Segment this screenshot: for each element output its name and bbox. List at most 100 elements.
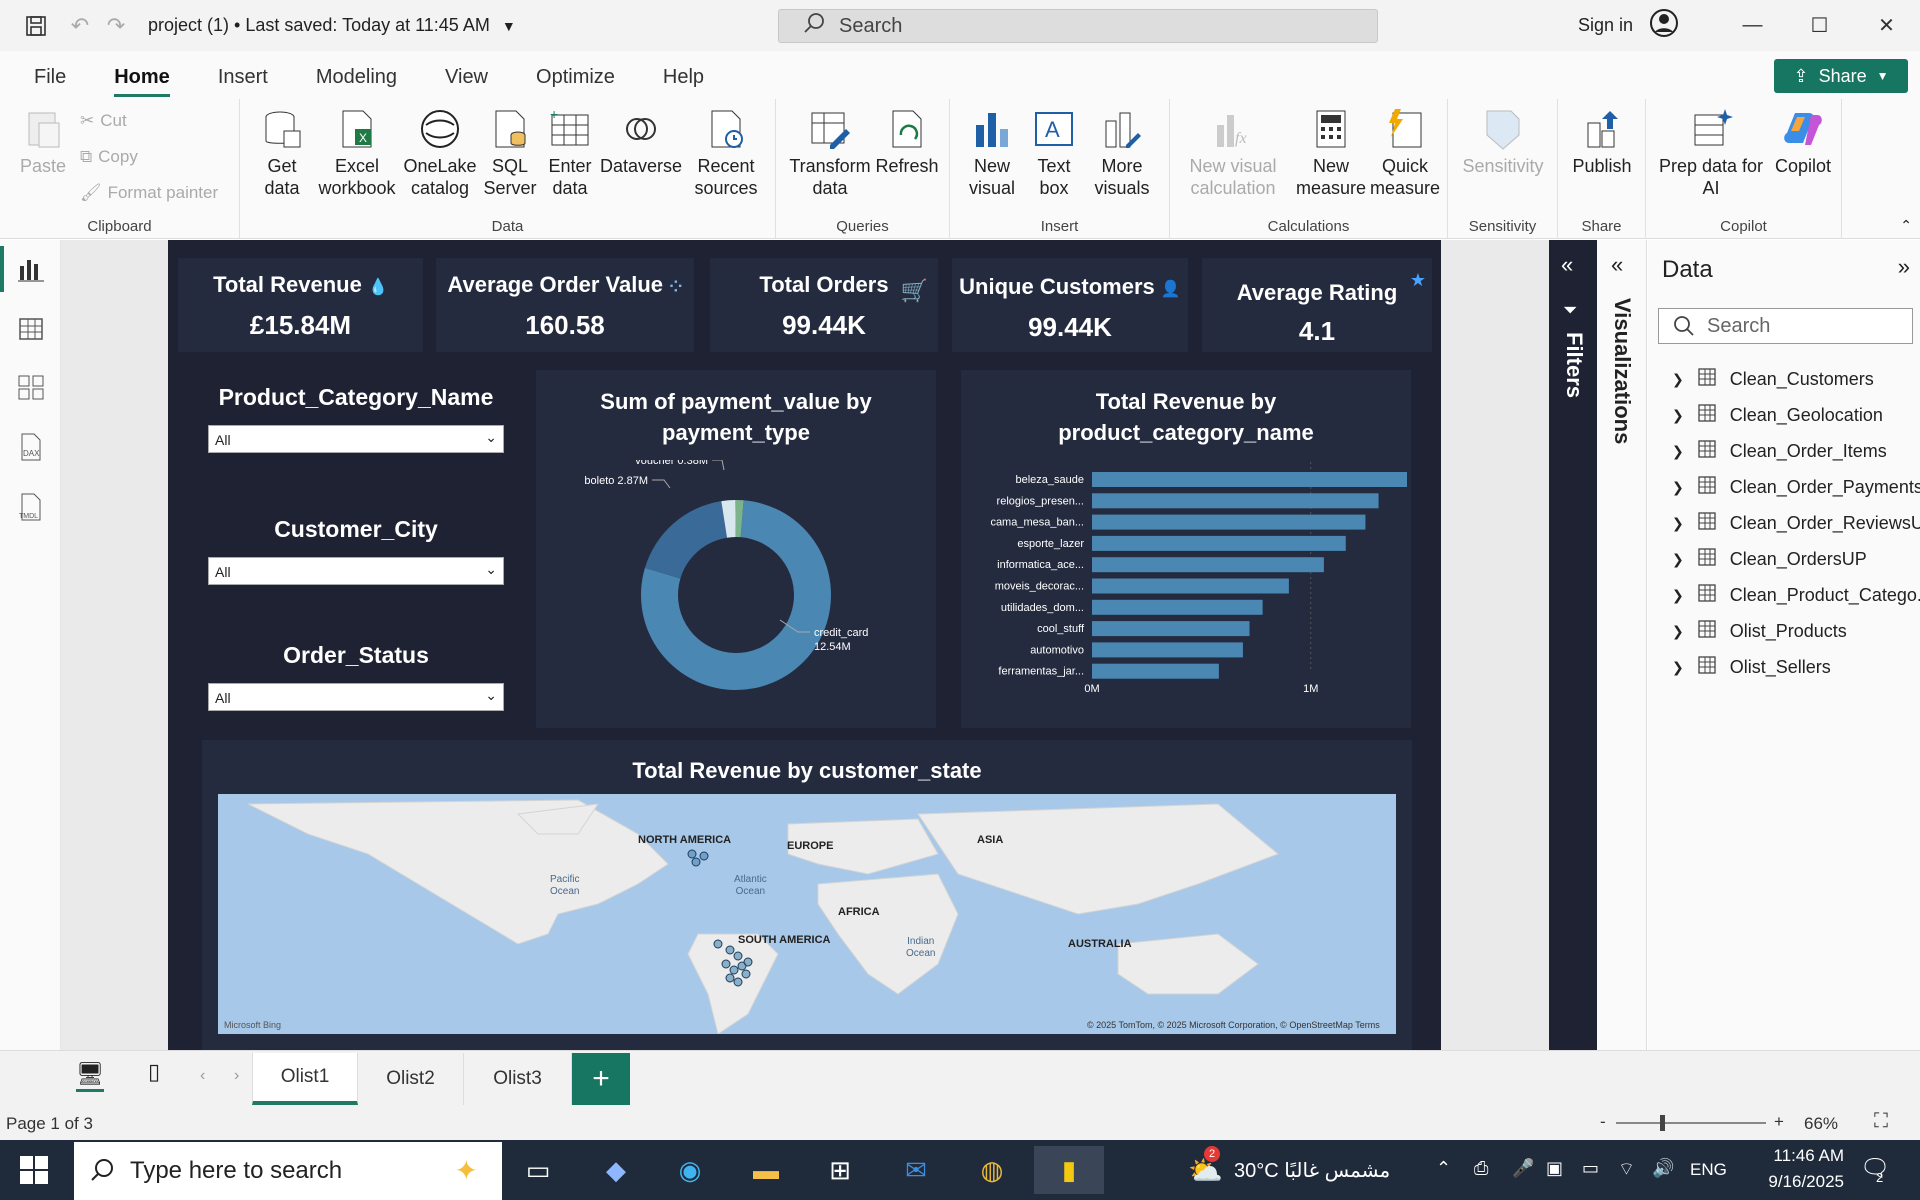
edge-icon[interactable]: ◉ — [662, 1146, 718, 1194]
bar-moveis_decorac...[interactable] — [1092, 578, 1289, 594]
paste-button[interactable]: Paste — [18, 107, 68, 177]
prep-data-ai-button[interactable]: Prep data for AI — [1656, 107, 1766, 199]
map-bubble[interactable] — [699, 851, 709, 861]
desktop-layout-icon[interactable]: 🖥 — [76, 1061, 104, 1092]
tmdl-view-icon[interactable]: TMDL — [14, 492, 48, 526]
new-visual-calculation-button[interactable]: fx New visual calculation — [1178, 107, 1288, 199]
kpi-average-order-value[interactable]: Average Order Value ⁘ 160.58 — [436, 258, 694, 352]
chevron-right-icon[interactable]: ❯ — [1672, 623, 1684, 640]
title-dropdown-icon[interactable]: ▼ — [502, 18, 516, 34]
sql-server-button[interactable]: SQL Server — [480, 107, 540, 199]
data-table-item[interactable]: ❯ Clean_Order_Items — [1672, 440, 1887, 463]
new-visual-button[interactable]: New visual — [960, 107, 1024, 199]
map-bubble[interactable] — [743, 957, 753, 967]
microphone-icon[interactable]: 🎤 — [1512, 1158, 1534, 1179]
map-panel[interactable]: Total Revenue by customer_state NORTH AM… — [202, 740, 1412, 1050]
bar-cama_mesa_ban...[interactable] — [1092, 514, 1366, 530]
task-view-icon[interactable]: ▭ — [510, 1146, 566, 1194]
bar-utilidades_dom...[interactable] — [1092, 599, 1263, 615]
undo-icon[interactable]: ↶ — [62, 8, 98, 44]
bar-cool_stuff[interactable] — [1092, 621, 1250, 637]
chevron-right-icon[interactable]: ❯ — [1672, 515, 1684, 532]
tab-insert[interactable]: Insert — [194, 66, 292, 99]
data-table-item[interactable]: ❯ Clean_Geolocation — [1672, 404, 1883, 427]
chevron-right-icon[interactable]: ❯ — [1672, 551, 1684, 568]
publish-button[interactable]: Publish — [1568, 107, 1636, 177]
zoom-slider[interactable] — [1616, 1115, 1766, 1131]
collapse-data-pane-icon[interactable]: » — [1898, 254, 1910, 280]
transform-data-button[interactable]: Transform data — [788, 107, 872, 199]
microsoft-store-icon[interactable]: ⊞ — [812, 1146, 868, 1194]
cut-button[interactable]: ✂ Cut — [80, 111, 127, 131]
tray-icon[interactable]: ⎙ — [1474, 1158, 1488, 1179]
filters-pane-collapsed[interactable]: « ⏷ Filters — [1549, 240, 1597, 1050]
bar-relogios_presen...[interactable] — [1092, 493, 1379, 509]
chevron-right-icon[interactable]: ❯ — [1672, 371, 1684, 388]
bar-beleza_saude[interactable] — [1092, 472, 1407, 487]
chevron-right-icon[interactable]: ❯ — [1672, 479, 1684, 496]
battery-icon[interactable]: ▭ — [1582, 1158, 1599, 1179]
map-bubble[interactable] — [725, 973, 735, 983]
map-bubble[interactable] — [725, 945, 735, 955]
report-view-icon[interactable] — [14, 254, 48, 288]
clock-time[interactable]: 11:46 AM — [1748, 1146, 1844, 1166]
data-table-item[interactable]: ❯ Olist_Products — [1672, 620, 1847, 643]
kpi-total-orders[interactable]: Total Orders 99.44K 🛒 — [710, 258, 938, 352]
copy-button[interactable]: ⧉ Copy — [80, 147, 138, 167]
copilot-button[interactable]: Copilot — [1766, 107, 1840, 177]
chevron-up-icon[interactable]: ⌃ — [1436, 1158, 1451, 1179]
tab-help[interactable]: Help — [639, 66, 728, 99]
power-bi-icon[interactable]: ▮ — [1034, 1146, 1104, 1194]
outlook-icon[interactable]: ✉ — [888, 1146, 944, 1194]
page-tab-olist2[interactable]: Olist2 — [358, 1053, 464, 1105]
map-bubble[interactable] — [729, 965, 739, 975]
map-bubble[interactable] — [691, 857, 701, 867]
data-table-item[interactable]: ❯ Clean_Product_Catego... — [1672, 584, 1920, 607]
file-explorer-icon[interactable]: ▬ — [738, 1146, 794, 1194]
kpi-total-revenue[interactable]: Total Revenue 💧 £15.84M — [178, 258, 423, 352]
chevron-right-icon[interactable]: ❯ — [1672, 443, 1684, 460]
bar-chart-panel[interactable]: Total Revenue by product_category_name b… — [961, 370, 1411, 728]
visualizations-pane-collapsed[interactable]: « Visualizations — [1597, 240, 1647, 1050]
page-tab-olist1[interactable]: Olist1 — [252, 1053, 358, 1105]
volume-icon[interactable]: 🔊 — [1652, 1158, 1674, 1179]
donut-slice-boleto[interactable] — [644, 501, 728, 579]
slicer-dropdown[interactable]: All ⌄ — [208, 683, 504, 711]
table-view-icon[interactable] — [14, 314, 48, 348]
data-table-item[interactable]: ❯ Clean_Customers — [1672, 368, 1874, 391]
get-data-button[interactable]: Get data — [252, 107, 312, 199]
tab-optimize[interactable]: Optimize — [512, 66, 639, 99]
copilot-app-icon[interactable]: ◆ — [588, 1146, 644, 1194]
tab-modeling[interactable]: Modeling — [292, 66, 421, 99]
slicer-dropdown[interactable]: All ⌄ — [208, 425, 504, 453]
page-tab-olist3[interactable]: Olist3 — [464, 1053, 572, 1105]
map-bubble[interactable] — [741, 969, 751, 979]
bar-automotivo[interactable] — [1092, 642, 1243, 658]
bar-esporte_lazer[interactable] — [1092, 535, 1346, 551]
tab-home[interactable]: Home — [90, 66, 194, 99]
new-measure-button[interactable]: New measure — [1296, 107, 1366, 199]
weather-text[interactable]: 30°C مشمس غالبًا — [1234, 1158, 1390, 1183]
more-visuals-button[interactable]: More visuals — [1084, 107, 1160, 199]
data-table-item[interactable]: ❯ Olist_Sellers — [1672, 656, 1831, 679]
zoom-slider-thumb[interactable] — [1660, 1115, 1665, 1131]
redo-icon[interactable]: ↷ — [98, 8, 134, 44]
mobile-layout-icon[interactable]: ▯ — [148, 1059, 160, 1085]
map-bubble[interactable] — [713, 939, 723, 949]
recent-sources-button[interactable]: Recent sources — [684, 107, 768, 199]
format-painter-button[interactable]: 🖌 Format painter — [80, 183, 218, 203]
next-page-icon[interactable]: › — [234, 1067, 239, 1085]
data-table-item[interactable]: ❯ Clean_Order_Payments — [1672, 476, 1920, 499]
map-bubble[interactable] — [687, 849, 697, 859]
collapse-ribbon-icon[interactable]: ⌃ — [1900, 217, 1912, 234]
kpi-unique-customers[interactable]: Unique Customers 👤 99.44K — [952, 258, 1188, 352]
close-icon[interactable]: ✕ — [1853, 0, 1920, 51]
windows-start-icon[interactable] — [20, 1156, 48, 1189]
slicer-dropdown[interactable]: All ⌄ — [208, 557, 504, 585]
bar-informatica_ace...[interactable] — [1092, 557, 1324, 573]
excel-workbook-button[interactable]: X Excel workbook — [314, 107, 400, 199]
chevron-right-icon[interactable]: ❯ — [1672, 587, 1684, 604]
sign-in-link[interactable]: Sign in — [1578, 15, 1633, 36]
add-page-button[interactable]: + — [572, 1053, 630, 1105]
clock-date[interactable]: 9/16/2025 — [1744, 1172, 1844, 1192]
